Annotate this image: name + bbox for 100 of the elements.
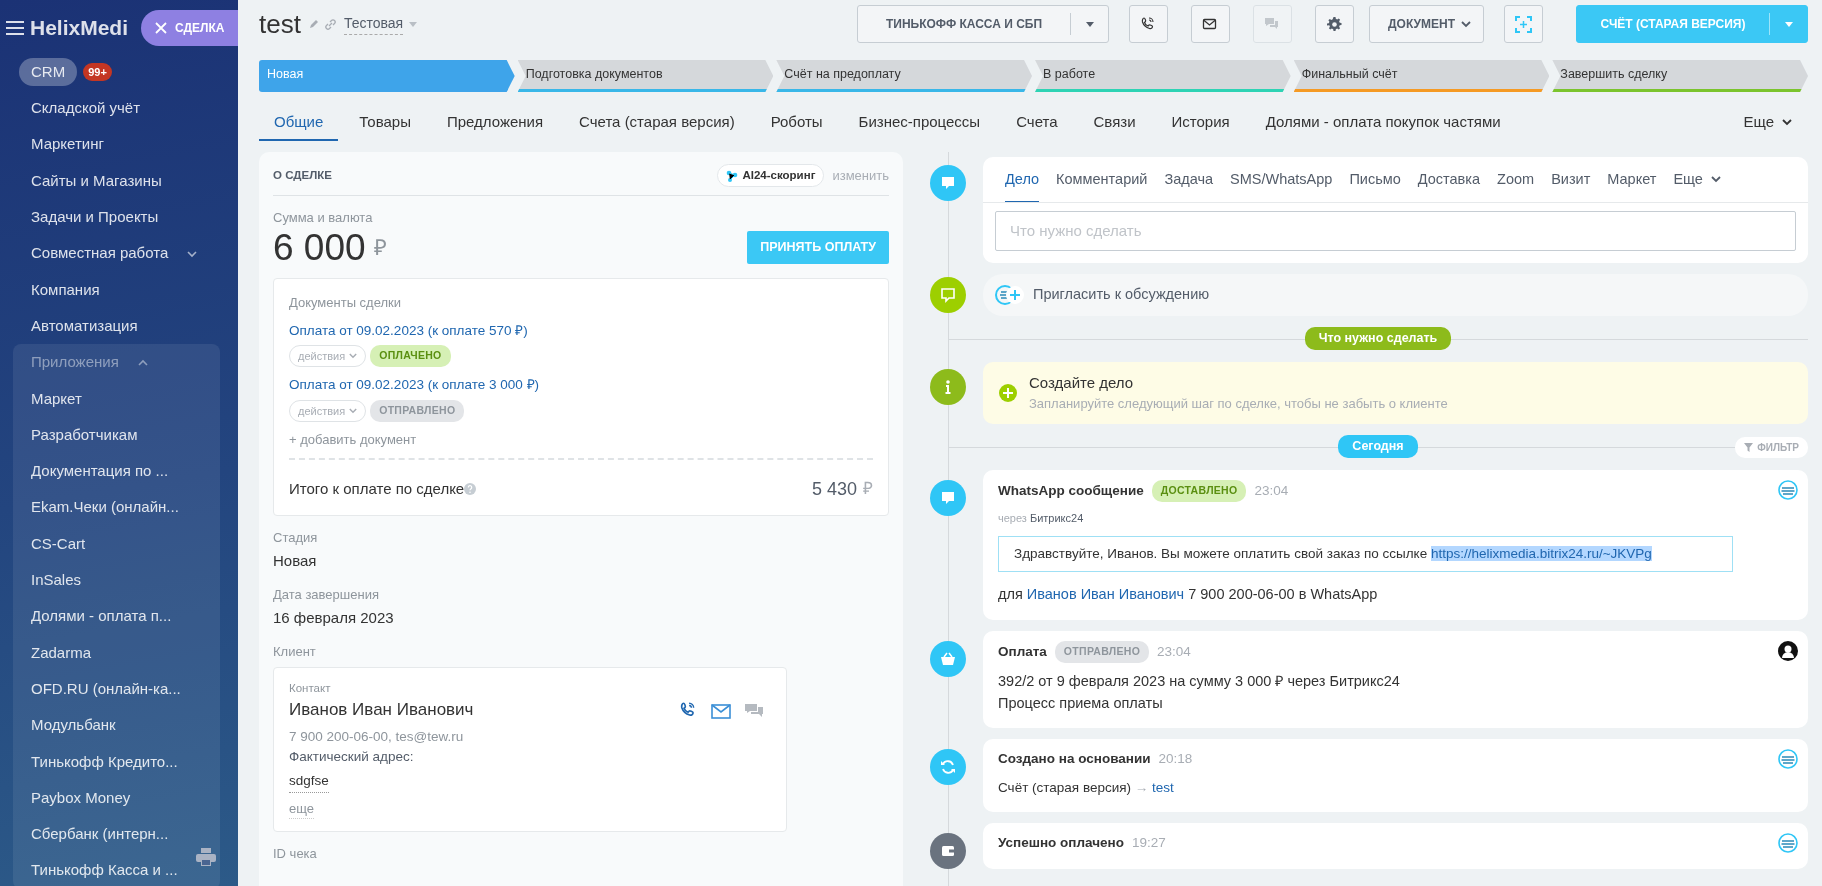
field-value: 16 февраля 2023 [273,608,395,629]
sidebar-item[interactable]: Тинькофф Касса и ... [19,856,190,885]
sidebar-item[interactable]: CRM [19,57,78,87]
tab[interactable]: Общие [259,102,339,142]
sidebar-item[interactable]: Совместная работа [19,239,181,268]
task-input[interactable]: Что нужно сделать [995,210,1796,251]
contact-name[interactable]: Иванов Иван Иванович [289,697,474,723]
composer-tab[interactable]: Дело [1005,157,1040,202]
sidebar-item[interactable]: Ekam.Чеки (онлайн... [19,493,191,522]
plus-icon [999,383,1017,402]
create-subtitle: Запланируйте следующий шаг по сделке, чтобы не забыть о клиенте [1029,395,1448,414]
chevron-down-icon [1461,20,1471,28]
chat-icon[interactable] [745,702,763,719]
event-time: 20:18 [1158,750,1193,769]
sidebar-item[interactable]: Складской учёт [19,94,153,123]
status-badge: ОТПРАВЛЕНО [370,400,465,422]
logo[interactable]: HelixMedi [30,12,129,44]
deal-title: test [259,7,301,41]
link-icon[interactable] [324,18,336,30]
sidebar-item[interactable]: OFD.RU (онлайн-ка... [19,674,193,704]
document-link[interactable]: Оплата от 09.02.2023 (к оплате 570 ₽) [289,320,873,341]
status-badge: ОТПРАВЛЕНО [1054,641,1150,663]
document-dropdown[interactable]: ДОКУМЕНТ [1369,5,1484,43]
pipeline-stage[interactable]: Счёт на предоплату [776,60,1032,92]
more-tabs-button[interactable]: Еще [1673,157,1721,202]
pipeline-stage[interactable]: Завершить сделку [1552,60,1809,92]
payment-system-button[interactable]: ТИНЬКОФФ КАССА И СБП [857,5,1110,43]
chevron-down-icon [349,353,358,360]
sidebar-item[interactable]: Тинькофф Кредито... [19,747,190,777]
composer-tab[interactable]: Доставка [1417,157,1481,202]
section-divider-label: Сегодня [1338,435,1418,459]
event-title: Успешно оплачено [998,833,1124,852]
pipeline-stage[interactable]: В работе [1035,60,1291,92]
chevron-down-icon [1710,176,1721,184]
composer-tab[interactable]: Задача [1164,157,1214,202]
field-label: Клиент [273,642,317,661]
sidebar-item[interactable]: Сайты и Магазины [19,166,174,196]
message-link[interactable]: https://helixmedia.bitrix24.ru/~JKVPg [1430,546,1652,561]
event-time: 19:27 [1132,833,1166,852]
composer-tab[interactable]: Комментарий [1056,157,1148,202]
scoring-button[interactable]: AI24-скоринг [717,163,825,188]
composer-tab[interactable]: SMS/WhatsApp [1230,157,1333,202]
sidebar-item[interactable]: Маркетинг [19,130,116,159]
invite-field[interactable]: Пригласить к обсуждению [983,273,1808,316]
menu-icon[interactable] [6,21,24,35]
sidebar-item[interactable]: Paybox Money [19,783,143,813]
tab[interactable]: Предложения [431,102,559,142]
phone-icon[interactable] [679,700,697,719]
composer-tab[interactable]: Маркет [1607,157,1657,202]
company-logo-icon [1778,832,1798,853]
tab[interactable]: История [1156,102,1245,142]
payment-process-link[interactable]: Процесс приема оплаты [998,692,1793,715]
sidebar-item[interactable]: Модульбанк [19,711,128,740]
scan-button[interactable] [1504,5,1543,43]
mail-icon[interactable] [711,703,731,719]
sidebar-item[interactable]: Долями - оплата п... [19,602,184,631]
composer-tab[interactable]: Визит [1551,157,1591,202]
tab[interactable]: Товары [344,102,426,142]
contact-link[interactable]: Иванов Иван Иванович [1026,586,1185,603]
create-activity-card[interactable]: Создайте дело Запланируйте следующий шаг по сделке, чтобы не забыть о клиенте [983,361,1808,424]
composer-tab[interactable]: Zoom [1497,157,1535,202]
caret-icon[interactable] [1085,21,1094,27]
sidebar-item[interactable]: Сбербанк (интерн... [19,820,181,849]
sidebar-item[interactable]: Компания [19,275,112,305]
tab[interactable]: Долями - оплата покупок частями [1250,102,1516,142]
recipient-text: для Иванов Иван Иванович 7 900 200-06-00 в WhatsApp [998,585,1379,605]
sidebar-item[interactable]: InSales [19,566,94,595]
category-dropdown[interactable]: Тестовая [343,13,404,35]
tab[interactable]: Счета [1001,102,1073,142]
chevron-down-icon [349,407,358,414]
tab[interactable]: Бизнес-процессы [843,102,996,142]
sidebar-item[interactable]: Zadarma [19,638,104,668]
company-logo-icon [1778,749,1798,770]
section-title: О СДЕЛКЕ [273,167,332,183]
help-icon[interactable] [464,483,477,496]
mail-button[interactable] [1191,5,1231,43]
sidebar-item[interactable]: Документация по ... [19,457,181,486]
printer-icon[interactable] [196,848,216,866]
sidebar-item[interactable]: CS-Cart [19,529,98,559]
source-link[interactable]: test [1152,779,1174,795]
close-deal-button[interactable]: СДЕЛКА [141,10,238,46]
sidebar-item[interactable]: Задачи и Проекты [19,203,171,232]
more-tabs-button[interactable]: Еще [1737,109,1808,135]
tab[interactable]: Связи [1078,102,1151,142]
document-link[interactable]: Оплата от 09.02.2023 (к оплате 3 000 ₽) [289,375,873,396]
via-text: через Битрикс24 [998,510,1085,526]
pipeline-stage[interactable]: Подготовка документов [517,60,774,92]
settings-button[interactable] [1315,5,1355,43]
composer-tab[interactable]: Письмо [1349,157,1401,202]
pencil-icon[interactable] [308,19,319,29]
phone-button[interactable] [1129,5,1169,43]
pipeline-stage[interactable]: Финальный счёт [1293,60,1550,92]
sidebar-item[interactable]: Разработчикам [19,420,150,450]
tab[interactable]: Роботы [755,102,838,142]
sidebar-item[interactable]: Автоматизация [19,311,150,341]
tab[interactable]: Счета (старая версия) [564,102,750,142]
event-description: 392/2 от 9 февраля 2023 на сумму 3 000 ₽ через Битрикс24 [998,671,1401,691]
field-label: ID чека [273,845,318,864]
field-label: Стадия [273,528,319,547]
sidebar-item[interactable]: Маркет [19,384,94,414]
